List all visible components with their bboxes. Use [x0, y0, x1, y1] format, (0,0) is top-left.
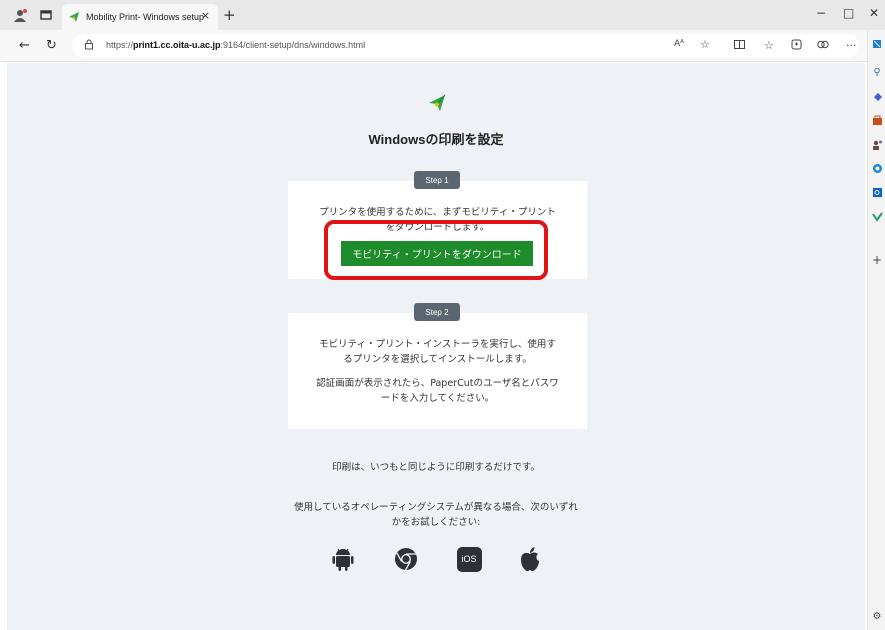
shopping-icon[interactable] — [871, 90, 883, 102]
url-host: print1.cc.oita-u.ac.jp — [133, 40, 221, 50]
collections-icon[interactable] — [791, 39, 802, 53]
outlook-icon[interactable] — [871, 186, 883, 198]
ios-label: iOS — [456, 546, 482, 572]
search-icon[interactable]: ⚲ — [871, 66, 883, 78]
navigation-bar: ← ↻ https://print1.cc.oita-u.ac.jp:9164/… — [0, 30, 885, 62]
tab-strip: Mobility Print- Windows setup × + − □ ✕ — [0, 0, 885, 30]
lock-icon[interactable] — [84, 39, 94, 53]
step2-text-line1: モビリティ・プリント・インストーラを実行し、使用す — [319, 339, 556, 350]
step1-badge: Step 1 — [414, 171, 460, 189]
browser-tab[interactable]: Mobility Print- Windows setup × — [62, 4, 218, 30]
chrome-icon[interactable] — [393, 545, 419, 573]
close-window-button[interactable]: ✕ — [869, 6, 879, 20]
apple-icon[interactable] — [518, 545, 542, 573]
url-prefix: https:// — [106, 40, 134, 50]
minimize-button[interactable]: − — [816, 6, 826, 20]
tab-actions-icon[interactable] — [38, 7, 54, 23]
split-screen-icon[interactable] — [734, 39, 745, 53]
copilot-icon[interactable] — [871, 38, 883, 50]
read-aloud-icon[interactable]: Aᴬ — [674, 39, 684, 49]
settings-icon[interactable]: ⚙ — [871, 610, 883, 622]
step2-text-line2: るプリンタを選択してインストールします。 — [343, 354, 532, 365]
people-icon[interactable] — [871, 138, 883, 150]
step2-text-line3: 認証画面が表示されたら、PaperCutのユーザ名とパスワ — [316, 378, 559, 389]
tools-icon[interactable] — [871, 114, 883, 126]
step2-card: モビリティ・プリント・インストーラを実行し、使用す るプリンタを選択してインスト… — [288, 313, 587, 429]
games-icon[interactable] — [871, 162, 883, 174]
url-text[interactable]: https://print1.cc.oita-u.ac.jp:9164/clie… — [106, 40, 365, 50]
close-tab-icon[interactable]: × — [201, 9, 210, 22]
step1-text-line1: プリンタを使用するために、まずモビリティ・プリント — [319, 207, 556, 218]
mobility-print-logo — [427, 93, 447, 117]
download-mobility-print-button[interactable]: モビリティ・プリントをダウンロード — [341, 241, 533, 266]
back-icon[interactable]: ← — [19, 38, 30, 53]
other-os-line1: 使用しているオペレーティングシステムが異なる場合、次のいずれ — [294, 502, 578, 513]
page-content: Windowsの印刷を設定 プリンタを使用するために、まずモビリティ・プリント … — [7, 63, 865, 630]
page-title: Windowsの印刷を設定 — [368, 132, 504, 147]
add-icon[interactable]: + — [871, 253, 883, 267]
new-tab-button[interactable]: + — [223, 6, 236, 24]
extensions-icon[interactable] — [817, 39, 829, 53]
other-os-text: 使用しているオペレーティングシステムが異なる場合、次のいずれ かをお試しください… — [7, 500, 865, 530]
refresh-icon[interactable]: ↻ — [46, 38, 57, 53]
maximize-button[interactable]: □ — [843, 6, 854, 20]
more-icon[interactable]: ··· — [846, 39, 857, 52]
mobility-print-favicon — [68, 8, 80, 27]
step2-badge: Step 2 — [414, 303, 460, 321]
favorite-icon[interactable]: ☆ — [700, 38, 710, 51]
profile-icon[interactable] — [12, 7, 28, 23]
tab-title: Mobility Print- Windows setup — [86, 12, 205, 22]
android-icon[interactable] — [331, 545, 355, 573]
step2-text: モビリティ・プリント・インストーラを実行し、使用す るプリンタを選択してインスト… — [304, 337, 571, 406]
edge-sidebar: ⚲ + ⚙ — [867, 30, 885, 630]
url-path: :9164/client-setup/dns/windows.html — [220, 40, 366, 50]
step2-text-line4: ードを入力してください。 — [380, 393, 495, 404]
other-os-line2: かをお試しください: — [391, 517, 481, 528]
ios-icon[interactable]: iOS — [456, 545, 482, 573]
footer-note: 印刷は、いつもと同じように印刷するだけです。 — [332, 462, 540, 473]
drop-icon[interactable] — [871, 210, 883, 222]
favorites-icon[interactable]: ☆ — [764, 39, 774, 52]
